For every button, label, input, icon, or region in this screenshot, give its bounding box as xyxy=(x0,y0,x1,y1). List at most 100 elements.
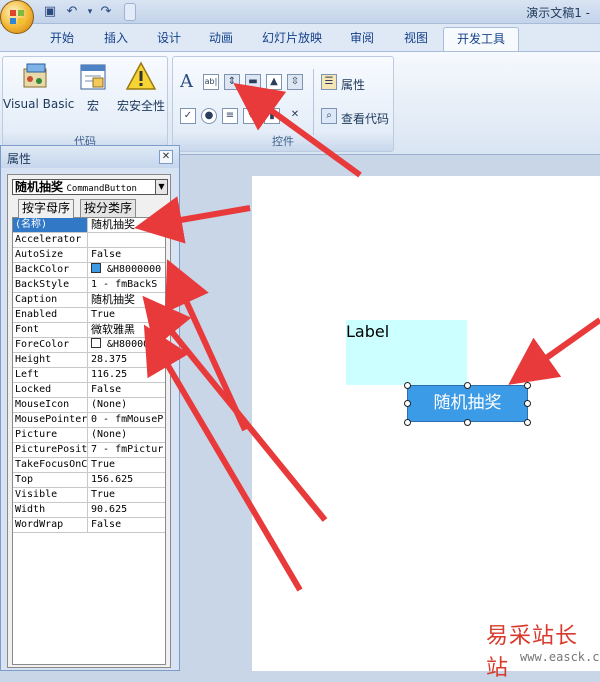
tab-alphabetic[interactable]: 按字母序 xyxy=(18,199,75,218)
property-row[interactable]: BackColor &H8000000 xyxy=(13,263,165,278)
property-value[interactable]: False xyxy=(89,518,165,532)
optionbutton-control-icon[interactable]: ● xyxy=(201,108,217,124)
label-text: Label xyxy=(346,322,390,341)
chevron-down-icon[interactable]: ▼ xyxy=(155,180,167,194)
property-value[interactable]: 90.625 xyxy=(89,503,165,517)
resize-handle-se[interactable] xyxy=(524,419,531,426)
ribbon: Visual Basic 宏 宏安全性 代码 A ab| ⇕ ▬ ▲ ⇳ ✓ ●… xyxy=(0,51,600,155)
label-control-icon[interactable]: A xyxy=(180,71,193,92)
undo-dropdown-icon[interactable]: ▾ xyxy=(82,4,98,20)
scrollbar-control-icon[interactable]: ⇳ xyxy=(287,74,303,90)
controls-divider xyxy=(313,69,314,135)
save-icon[interactable]: ▣ xyxy=(42,4,58,20)
property-row[interactable]: Enabled True xyxy=(13,308,165,323)
tab-view[interactable]: 视图 xyxy=(404,29,428,46)
property-row[interactable]: PicturePositi 7 - fmPictur xyxy=(13,443,165,458)
property-row[interactable]: Top 156.625 xyxy=(13,473,165,488)
redo-icon[interactable]: ↷ xyxy=(98,4,114,20)
property-value[interactable] xyxy=(89,233,165,247)
tab-review[interactable]: 审阅 xyxy=(350,29,374,46)
property-value[interactable]: 0 - fmMouseP xyxy=(89,413,165,427)
textbox-control-icon[interactable]: ab| xyxy=(203,74,219,90)
property-row[interactable]: Visible True xyxy=(13,488,165,503)
image-control-icon[interactable]: ▲ xyxy=(266,74,282,90)
property-row[interactable]: BackStyle 1 - fmBackS xyxy=(13,278,165,293)
property-row[interactable]: Font 微软雅黑 xyxy=(13,323,165,338)
property-value[interactable]: 随机抽奖 xyxy=(89,293,165,307)
tab-animations[interactable]: 动画 xyxy=(209,29,233,46)
togglebutton-control-icon[interactable]: ▮ xyxy=(264,108,280,124)
macros-button[interactable]: 宏 xyxy=(87,97,99,114)
property-row[interactable]: Left 116.25 xyxy=(13,368,165,383)
property-row[interactable]: Width 90.625 xyxy=(13,503,165,518)
property-row[interactable]: Height 28.375 xyxy=(13,353,165,368)
listbox-control-icon[interactable]: ≡ xyxy=(222,108,238,124)
tab-insert[interactable]: 插入 xyxy=(104,29,128,46)
property-row[interactable]: TakeFocusOnCl True xyxy=(13,458,165,473)
property-value[interactable]: &H8000000 xyxy=(89,263,165,277)
property-value[interactable]: &H800000 xyxy=(89,338,165,352)
property-value[interactable]: False xyxy=(89,248,165,262)
resize-handle-nw[interactable] xyxy=(404,382,411,389)
tab-developer[interactable]: 开发工具 xyxy=(443,27,519,52)
checkbox-control-icon[interactable]: ✓ xyxy=(180,108,196,124)
property-row[interactable]: AutoSize False xyxy=(13,248,165,263)
property-value[interactable]: 微软雅黑 xyxy=(89,323,165,337)
property-value[interactable]: 1 - fmBackS xyxy=(89,278,165,292)
commandbutton-control-icon[interactable]: ▬ xyxy=(245,74,261,90)
property-row[interactable]: Caption 随机抽奖 xyxy=(13,293,165,308)
properties-title: 属性 xyxy=(7,152,32,166)
properties-button[interactable]: 属性 xyxy=(341,76,365,93)
properties-title-bar[interactable]: 属性 ✕ xyxy=(1,146,179,168)
property-value[interactable]: 28.375 xyxy=(89,353,165,367)
label-control[interactable]: Label xyxy=(346,320,467,385)
slide-canvas[interactable] xyxy=(252,176,600,671)
controls-group-label: 控件 xyxy=(272,135,294,148)
more-controls-icon[interactable]: ✕ xyxy=(287,108,303,124)
resize-handle-ne[interactable] xyxy=(524,382,531,389)
view-code-button[interactable]: 查看代码 xyxy=(341,110,389,127)
properties-window: 属性 ✕ 随机抽奖 CommandButton ▼ 按字母序 按分类序 (名称)… xyxy=(0,145,180,671)
property-value[interactable]: 随机抽奖 xyxy=(89,218,165,232)
property-value[interactable]: True xyxy=(89,458,165,472)
property-row[interactable]: Accelerator xyxy=(13,233,165,248)
title-bar: ▣ ↶ ▾ ↷ 演示文稿1 - xyxy=(0,0,600,34)
resize-handle-sw[interactable] xyxy=(404,419,411,426)
resize-handle-s[interactable] xyxy=(464,419,471,426)
property-row[interactable]: WordWrap False xyxy=(13,518,165,533)
tab-categorized[interactable]: 按分类序 xyxy=(80,199,137,217)
object-selector[interactable]: 随机抽奖 CommandButton ▼ xyxy=(12,179,168,195)
resize-handle-e[interactable] xyxy=(524,400,531,407)
lottery-command-button[interactable]: 随机抽奖 xyxy=(407,385,528,422)
combobox-control-icon[interactable]: ▾ xyxy=(243,108,259,124)
property-row[interactable]: ForeColor &H800000 xyxy=(13,338,165,353)
property-row[interactable]: MouseIcon (None) xyxy=(13,398,165,413)
tab-design[interactable]: 设计 xyxy=(157,29,181,46)
property-name: Font xyxy=(13,323,88,337)
undo-icon[interactable]: ↶ xyxy=(64,4,80,20)
resize-handle-w[interactable] xyxy=(404,400,411,407)
property-name: (名称) xyxy=(13,218,88,232)
property-name: Accelerator xyxy=(13,233,88,247)
tab-home[interactable]: 开始 xyxy=(50,29,74,46)
property-value[interactable]: 156.625 xyxy=(89,473,165,487)
resize-handle-n[interactable] xyxy=(464,382,471,389)
property-value[interactable]: 7 - fmPictur xyxy=(89,443,165,457)
property-value[interactable]: False xyxy=(89,383,165,397)
property-value[interactable]: True xyxy=(89,488,165,502)
property-value[interactable]: (None) xyxy=(89,428,165,442)
property-row[interactable]: (名称) 随机抽奖 xyxy=(13,218,165,233)
macro-security-button[interactable]: 宏安全性 xyxy=(117,97,165,114)
visual-basic-button[interactable]: Visual Basic xyxy=(3,97,74,111)
spinbutton-control-icon[interactable]: ⇕ xyxy=(224,74,240,90)
property-value[interactable]: True xyxy=(89,308,165,322)
property-value[interactable]: 116.25 xyxy=(89,368,165,382)
tab-slideshow[interactable]: 幻灯片放映 xyxy=(262,29,322,46)
office-button[interactable] xyxy=(0,0,34,34)
property-value[interactable]: (None) xyxy=(89,398,165,412)
property-row[interactable]: Picture (None) xyxy=(13,428,165,443)
quick-access-customize[interactable] xyxy=(124,3,136,21)
property-row[interactable]: Locked False xyxy=(13,383,165,398)
property-row[interactable]: MousePointer 0 - fmMouseP xyxy=(13,413,165,428)
close-icon[interactable]: ✕ xyxy=(159,150,173,164)
